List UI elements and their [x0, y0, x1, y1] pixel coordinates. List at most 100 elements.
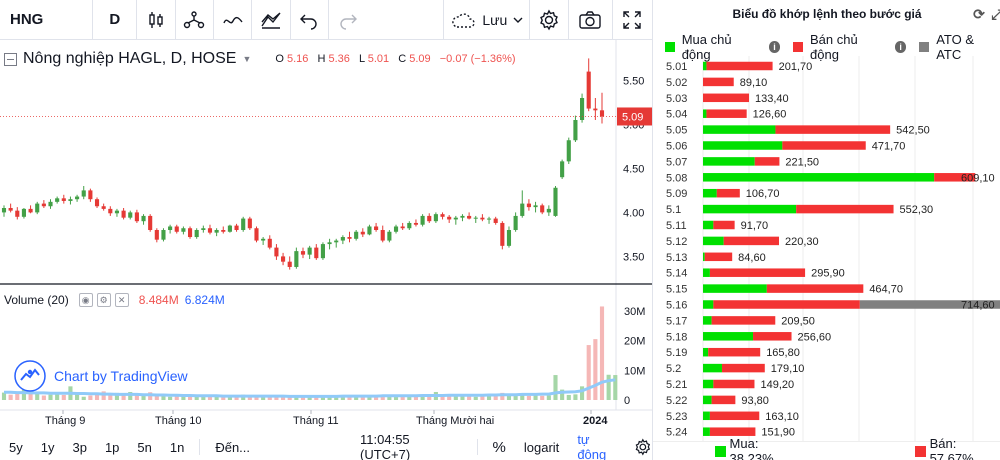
panel-header: Biểu đồ khớp lệnh theo bước giá ⟳ ⤢ [653, 0, 1000, 28]
range-5n[interactable]: 5n [128, 440, 160, 455]
range-1y[interactable]: 1y [32, 440, 64, 455]
candle-body [367, 226, 372, 235]
bar-total-label: 106,70 [746, 188, 780, 200]
clock[interactable]: 11:04:55 (UTC+7) [351, 432, 471, 460]
volume-bar [593, 339, 598, 400]
sell-bar [713, 379, 755, 389]
price-level-label: 5.02 [666, 77, 687, 89]
buy-bar [703, 411, 710, 421]
candle-style-button[interactable] [136, 0, 174, 40]
candle-body [55, 198, 60, 202]
snapshot-button[interactable] [567, 0, 612, 40]
interval-button[interactable]: D [92, 0, 136, 40]
candle-body [307, 247, 312, 255]
bar-total-label: 209,50 [781, 315, 815, 327]
price-level-label: 5.03 [666, 93, 687, 105]
compare-icon [184, 10, 205, 28]
compare-button[interactable] [174, 0, 213, 40]
price-level-label: 5.24 [666, 427, 687, 439]
sell-bar [753, 332, 792, 341]
buy-ratio: Mua: 38.23% [729, 436, 774, 460]
tradingview-watermark[interactable]: Chart by TradingView [14, 360, 188, 392]
volume-bar [606, 374, 611, 400]
bottom-toolbar: 5y 1y 3p 1p 5n 1n Đến... 11:04:55 (UTC+7… [0, 432, 652, 460]
indicators-button[interactable] [212, 0, 251, 40]
time-tick-label: Tháng 10 [155, 415, 201, 427]
cloud-icon [452, 12, 475, 28]
volume-bar [393, 397, 399, 400]
bar-total-label: 609,10 [961, 172, 995, 184]
buy-bar [703, 141, 783, 150]
price-tick-label: 4.00 [623, 207, 644, 219]
range-5y[interactable]: 5y [0, 440, 32, 455]
volume-tick-label: 30M [624, 306, 645, 318]
buy-bar [703, 395, 712, 405]
sell-swatch [915, 445, 926, 457]
candle-body [360, 231, 365, 235]
price-level-label: 5.06 [666, 141, 687, 153]
volume-title[interactable]: Volume (20) [4, 293, 69, 307]
redo-button[interactable] [327, 0, 366, 40]
candle-body [486, 218, 492, 220]
candle-body [460, 215, 465, 218]
range-3p[interactable]: 3p [63, 440, 95, 455]
bar-total-label: 149,20 [760, 379, 794, 391]
range-1p[interactable]: 1p [96, 440, 128, 455]
sell-bar [713, 300, 860, 309]
sell-bar [709, 268, 806, 277]
camera-icon [579, 10, 601, 29]
bar-total-label: 165,80 [766, 347, 800, 359]
sell-bar [708, 347, 761, 357]
volume-bar [566, 394, 571, 400]
percent-toggle[interactable]: % [484, 439, 515, 456]
auto-scale-toggle[interactable]: tự động [568, 432, 630, 460]
price-level-label: 5.21 [666, 379, 687, 391]
eye-icon[interactable]: ◉ [78, 293, 93, 307]
candle-body [447, 216, 452, 220]
templates-button[interactable] [251, 0, 289, 40]
sell-bar [706, 61, 773, 71]
candle-body [387, 231, 392, 241]
gear-icon[interactable]: ⚙ [96, 293, 111, 307]
save-layout-button[interactable]: Lưu [443, 0, 529, 40]
sell-bar [709, 427, 756, 436]
candle-body [327, 242, 332, 245]
close-icon[interactable]: ✕ [114, 293, 129, 307]
price-level-label: 5.01 [666, 61, 687, 73]
time-tick-label: Tháng 9 [45, 415, 85, 427]
log-toggle[interactable]: logarit [515, 440, 568, 455]
goto-date-button[interactable]: Đến... [206, 440, 259, 455]
bar-total-label: 89,10 [740, 77, 768, 89]
buy-bar [703, 252, 705, 262]
price-tick-label: 5.50 [623, 75, 644, 87]
time-tick-label: Tháng 11 [293, 415, 339, 427]
info-icon[interactable]: i [768, 41, 781, 53]
candle-body [194, 230, 199, 238]
save-label: Lưu [482, 11, 508, 28]
candle-body [128, 212, 133, 218]
symbol-search[interactable]: HNG [0, 11, 92, 28]
price-level-label: 5.18 [666, 331, 687, 343]
undo-button[interactable] [289, 0, 328, 40]
candle-body [207, 228, 213, 233]
volume-bar [15, 393, 20, 400]
candle-body [108, 208, 113, 214]
refresh-icon[interactable]: ⟳ [971, 6, 987, 22]
buy-bar [703, 363, 722, 373]
gear-icon[interactable] [634, 438, 652, 456]
settings-button[interactable] [529, 0, 567, 40]
sell-bar [711, 316, 776, 325]
range-1n[interactable]: 1n [161, 440, 193, 455]
candle-body [566, 140, 571, 162]
bar-total-label: 464,70 [869, 284, 903, 296]
bar-total-label: 542,50 [896, 125, 930, 137]
expand-icon[interactable]: ⤢ [989, 6, 1000, 22]
candle-body [506, 230, 512, 246]
candle-body [201, 228, 206, 230]
candle-body [314, 247, 319, 259]
fullscreen-button[interactable] [611, 0, 652, 40]
buy-bar [703, 379, 714, 389]
buy-bar [703, 157, 755, 166]
info-icon[interactable]: i [894, 41, 907, 53]
price-level-label: 5.05 [666, 125, 687, 137]
